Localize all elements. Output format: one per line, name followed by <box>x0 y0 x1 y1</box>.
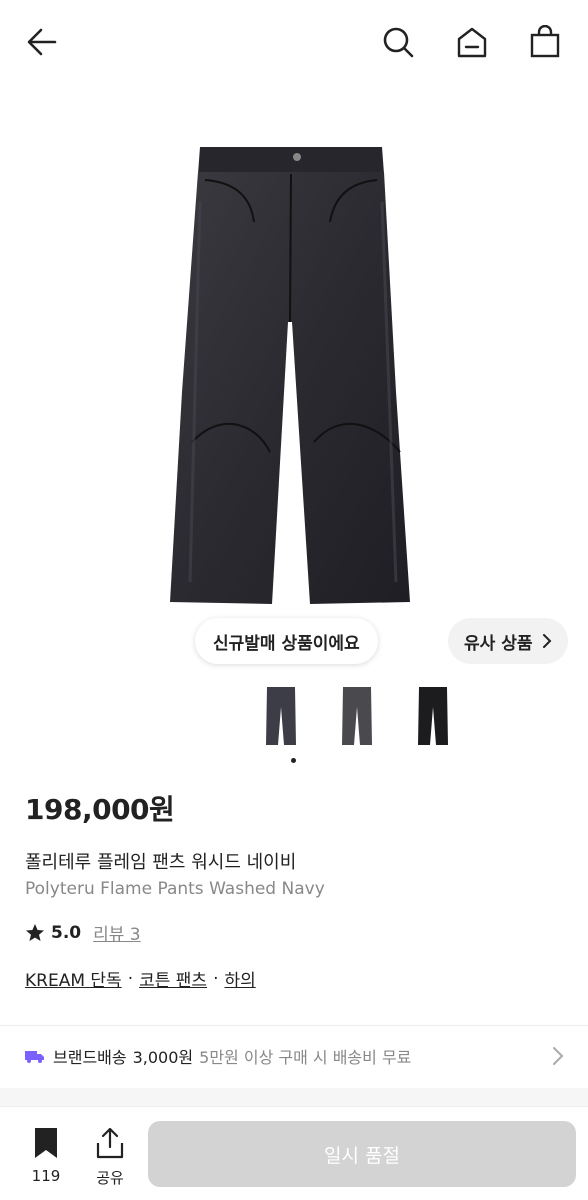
bottom-action-bar: 119 공유 일시 품절 <box>0 1106 588 1200</box>
cart-button[interactable] <box>525 22 565 62</box>
pants-image <box>170 147 410 604</box>
tag-separator: · <box>127 968 134 989</box>
thumbnail-strip <box>264 684 450 748</box>
category-tags: KREAM 단독 · 코튼 팬츠 · 하의 <box>25 966 256 992</box>
shipping-label: 브랜드배송 <box>53 1048 127 1067</box>
bookmark-count: 119 <box>31 1167 61 1185</box>
share-button[interactable]: 공유 <box>90 1127 130 1188</box>
shopping-bag-icon <box>530 25 560 58</box>
shipping-note: 5만원 이상 구매 시 배송비 무료 <box>199 1048 412 1067</box>
product-name-korean: 폴리테루 플레임 팬츠 워시드 네이비 <box>25 852 297 873</box>
tag-kream-exclusive[interactable]: KREAM 단독 <box>25 966 122 991</box>
grey-pants-thumbnail <box>342 687 372 745</box>
similar-products-label: 유사 상품 <box>464 633 533 654</box>
share-icon <box>96 1127 124 1159</box>
section-spacer <box>0 1088 588 1106</box>
shipping-info-row[interactable]: 브랜드배송 3,000원 5만원 이상 구매 시 배송비 무료 <box>25 1036 570 1076</box>
similar-products-button[interactable]: 유사 상품 <box>448 618 569 664</box>
divider <box>0 1025 588 1026</box>
thumbnail-3[interactable] <box>416 684 450 748</box>
search-icon <box>383 27 414 58</box>
chevron-right-icon <box>553 1047 564 1065</box>
arrow-left-icon <box>27 28 57 56</box>
sold-out-button[interactable]: 일시 품절 <box>148 1121 576 1187</box>
product-image[interactable] <box>0 90 588 680</box>
review-link[interactable]: 리뷰 3 <box>93 920 141 945</box>
star-icon <box>26 923 44 941</box>
home-button[interactable] <box>452 22 492 62</box>
tag-bottoms[interactable]: 하의 <box>224 966 255 991</box>
truck-icon <box>25 1051 44 1063</box>
rating-score: 5.0 <box>51 922 82 943</box>
thumbnail-1[interactable] <box>264 684 298 748</box>
share-label: 공유 <box>96 1169 124 1187</box>
product-name-english: Polyteru Flame Pants Washed Navy <box>25 879 325 899</box>
bookmark-button[interactable]: 119 <box>28 1127 64 1185</box>
thumbnail-2[interactable] <box>340 684 374 748</box>
bookmark-icon <box>35 1128 57 1158</box>
search-button[interactable] <box>378 22 418 62</box>
tag-separator: · <box>213 968 219 989</box>
product-price: 198,000원 <box>25 793 175 826</box>
tag-cotton-pants[interactable]: 코튼 팬츠 <box>139 966 207 991</box>
thumbnail-indicator <box>291 758 296 763</box>
rating-row: 5.0 리뷰 3 <box>25 920 141 945</box>
navy-pants-thumbnail <box>266 687 296 745</box>
chevron-right-icon <box>543 634 552 648</box>
black-pants-thumbnail <box>418 687 448 745</box>
back-button[interactable] <box>22 22 62 62</box>
shipping-fee: 3,000원 <box>132 1048 194 1067</box>
new-release-badge: 신규발매 상품이에요 <box>195 618 378 664</box>
home-icon <box>457 27 487 58</box>
top-bar <box>0 0 588 86</box>
